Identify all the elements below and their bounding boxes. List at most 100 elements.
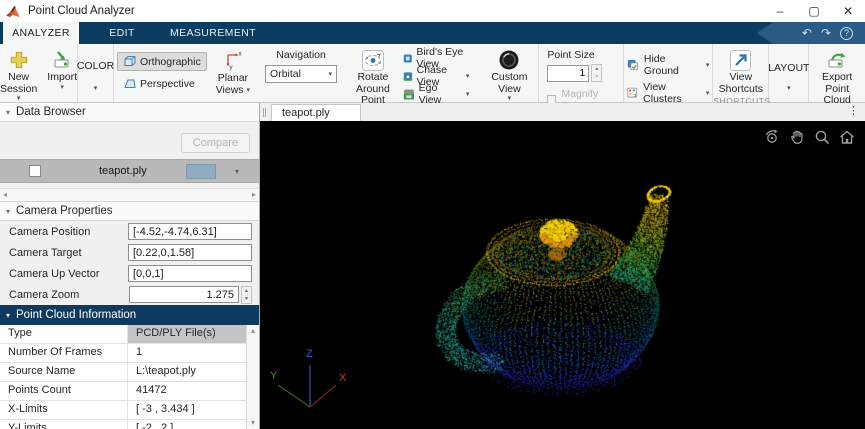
- planar-label: Planar: [217, 72, 249, 84]
- export-point-cloud-label: Export Point Cloud: [821, 71, 853, 107]
- export-point-cloud-button[interactable]: Export Point Cloud: [812, 47, 862, 108]
- scroll-left-icon[interactable]: ◂: [3, 191, 7, 199]
- svg-text:y: y: [229, 65, 232, 71]
- data-browser-header[interactable]: ▾ Data Browser: [0, 103, 259, 122]
- point-cloud-viewport[interactable]: Z Y X: [260, 121, 865, 429]
- collapse-caret-icon[interactable]: ▾: [6, 108, 10, 117]
- item-checkbox[interactable]: [29, 165, 41, 177]
- navigation-caret-icon: ▾: [328, 70, 333, 78]
- home-icon[interactable]: [838, 128, 856, 146]
- hide-ground-label: Hide Ground: [643, 53, 679, 77]
- redo-icon[interactable]: ↷: [821, 27, 831, 39]
- document-tab-teapot[interactable]: teapot.ply: [271, 104, 361, 121]
- camera-properties-header[interactable]: ▾ Camera Properties: [0, 202, 259, 221]
- close-button[interactable]: ✕: [831, 0, 865, 22]
- info-value[interactable]: PCD/PLY File(s): [128, 325, 246, 343]
- color-button[interactable]: COLOR ▾: [74, 47, 117, 93]
- section-size: Point Size ▴ ▾ Magnify Points SIZE: [539, 44, 624, 122]
- collapse-caret-icon[interactable]: ▾: [6, 311, 10, 320]
- scroll-right-icon[interactable]: ▸: [252, 191, 256, 199]
- horizontal-scrollbar[interactable]: ◂ ▸: [0, 188, 259, 201]
- navigation-select[interactable]: Orbital ▾: [265, 65, 338, 83]
- info-value[interactable]: [ -2 , 2 ]: [128, 420, 246, 429]
- new-session-button[interactable]: New Session ▾: [0, 47, 40, 103]
- color-caret-icon: ▾: [93, 84, 98, 92]
- birds-eye-view-icon: [403, 53, 412, 63]
- view-shortcuts-button[interactable]: View Shortcuts: [716, 47, 766, 96]
- stepper-up-icon[interactable]: ▴: [242, 287, 251, 295]
- stepper-up-icon[interactable]: ▴: [592, 65, 601, 73]
- perspective-toggle[interactable]: Perspective: [117, 74, 207, 93]
- camera-properties-body: Camera Position Camera Target Camera Up …: [0, 221, 259, 305]
- item-color-swatch[interactable]: [186, 163, 216, 179]
- planar-views-caret-icon: ▾: [246, 86, 251, 94]
- perspective-icon: [124, 79, 136, 88]
- point-size-stepper[interactable]: ▴ ▾: [591, 64, 603, 82]
- custom-view-button[interactable]: Custom View ▾: [483, 47, 535, 103]
- scroll-down-icon[interactable]: ▾: [251, 419, 255, 427]
- compare-button[interactable]: Compare: [180, 133, 250, 153]
- point-cloud-info-header[interactable]: ▾ Point Cloud Information: [0, 305, 259, 325]
- view-shortcuts-label: View Shortcuts: [718, 71, 764, 95]
- info-label: Y-Limits: [0, 420, 128, 429]
- view-clusters-button[interactable]: 3 View Clusters ▾: [627, 81, 709, 105]
- zoom-magnifier-icon[interactable]: [813, 128, 831, 146]
- layout-button[interactable]: LAYOUT ▾: [765, 47, 812, 93]
- planar-views-button[interactable]: x y Planar Views ▾: [213, 47, 253, 97]
- navigation-value: Orbital: [270, 68, 301, 80]
- info-label: Source Name: [0, 363, 128, 381]
- data-browser-body: Compare teapot.ply ▾ ◂ ▸: [0, 122, 259, 202]
- hide-ground-icon: [627, 59, 639, 71]
- stepper-down-icon[interactable]: ▾: [242, 295, 251, 303]
- camera-target-input[interactable]: [128, 244, 252, 261]
- camera-position-label: Camera Position: [9, 225, 91, 238]
- section-file: New Session ▾ Import ▾ FILE: [0, 44, 78, 113]
- tab-measurement[interactable]: MEASUREMENT: [165, 22, 261, 44]
- tab-edit[interactable]: EDIT: [79, 22, 165, 44]
- camera-up-vector-input[interactable]: [128, 265, 252, 282]
- help-icon[interactable]: ?: [840, 26, 853, 40]
- info-value[interactable]: [ -3 , 3.434 ]: [128, 401, 246, 419]
- collapse-caret-icon[interactable]: ▾: [6, 207, 10, 216]
- table-row: Source Name L:\teapot.ply: [0, 363, 246, 382]
- tab-options-kebab-icon[interactable]: ⋮: [848, 104, 859, 117]
- import-icon: [52, 48, 72, 72]
- camera-position-input[interactable]: [128, 223, 252, 240]
- tab-grip[interactable]: [263, 108, 266, 117]
- info-value[interactable]: 41472: [128, 382, 246, 400]
- scroll-up-icon[interactable]: ▴: [251, 327, 255, 335]
- import-label: Import: [47, 71, 78, 83]
- point-cloud-list-item[interactable]: teapot.ply ▾: [0, 159, 259, 183]
- camera-zoom-input[interactable]: [128, 286, 239, 303]
- table-row: Y-Limits [ -2 , 2 ]: [0, 420, 246, 429]
- vertical-scrollbar[interactable]: ▴ ▾: [246, 325, 259, 429]
- table-row: Number Of Frames 1: [0, 344, 246, 363]
- info-value[interactable]: 1: [128, 344, 246, 362]
- orthographic-toggle[interactable]: Orthographic: [117, 52, 207, 71]
- view-shortcuts-icon: [729, 48, 752, 72]
- undo-icon[interactable]: ↶: [802, 27, 812, 39]
- camera-zoom-stepper[interactable]: ▴ ▾: [240, 285, 252, 304]
- data-browser-title: Data Browser: [16, 106, 86, 118]
- rotate-3d-icon[interactable]: [763, 128, 781, 146]
- z-axis-label: Z: [306, 348, 313, 360]
- hide-ground-button[interactable]: Hide Ground ▾: [627, 53, 709, 77]
- point-size-input[interactable]: [547, 64, 590, 82]
- ego-view-button[interactable]: Ego View ▾: [403, 82, 469, 106]
- section-shortcuts: View Shortcuts SHORTCUTS: [713, 44, 770, 106]
- view-clusters-icon: 3: [627, 87, 637, 99]
- table-row: Points Count 41472: [0, 382, 246, 401]
- tab-analyzer[interactable]: ANALYZER: [3, 22, 79, 44]
- info-value[interactable]: L:\teapot.ply: [128, 363, 246, 381]
- minimize-button[interactable]: –: [763, 0, 797, 22]
- rotate-around-point-button[interactable]: Rotate Around Point: [349, 47, 397, 108]
- hide-ground-caret-icon: ▾: [705, 61, 710, 69]
- left-panel: ▾ Data Browser Compare teapot.ply ▾ ◂ ▸ …: [0, 103, 260, 429]
- titlebar: Point Cloud Analyzer – ▢ ✕: [0, 0, 865, 22]
- pan-hand-icon[interactable]: [788, 128, 806, 146]
- item-color-caret-icon[interactable]: ▾: [235, 167, 239, 176]
- stepper-down-icon[interactable]: ▾: [592, 73, 601, 81]
- orthographic-icon: [124, 56, 136, 66]
- maximize-button[interactable]: ▢: [797, 0, 831, 22]
- axis-triad: Z Y X: [270, 348, 347, 408]
